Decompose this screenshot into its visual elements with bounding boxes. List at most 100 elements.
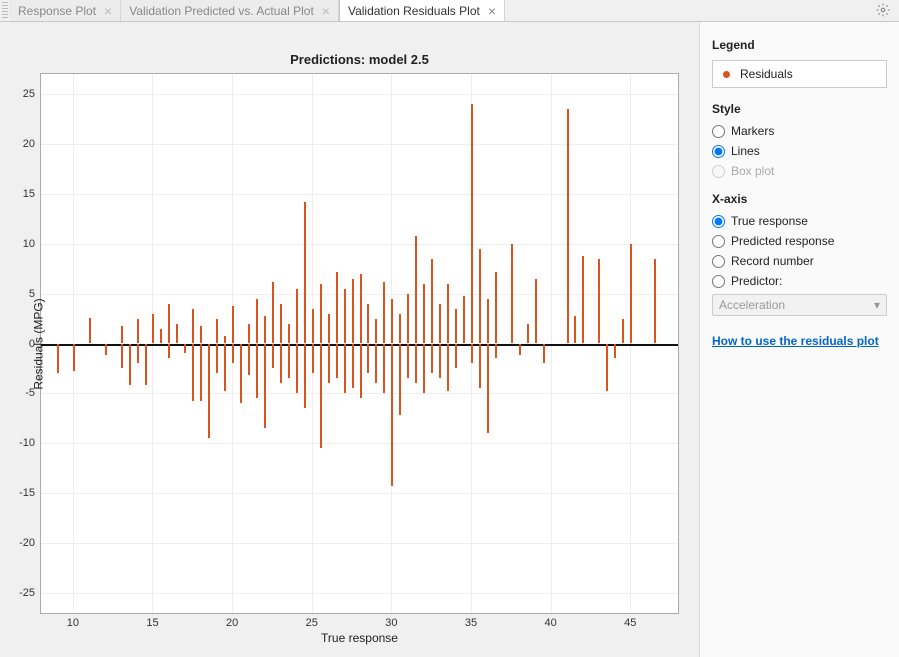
tab-validation-residuals-plot[interactable]: Validation Residuals Plot × (339, 0, 505, 21)
residual-stem (471, 344, 473, 364)
residual-stem (312, 344, 314, 374)
residual-stem (160, 329, 162, 344)
xaxis-radio-predicted-response[interactable]: Predicted response (712, 234, 887, 248)
residual-stem (423, 284, 425, 344)
residual-stem (479, 249, 481, 344)
residual-stem (89, 318, 91, 344)
residual-stem (208, 344, 210, 439)
tab-response-plot[interactable]: Response Plot × (10, 0, 121, 21)
residual-stem (256, 299, 258, 344)
residual-stem (487, 344, 489, 434)
tab-bar: Response Plot × Validation Predicted vs.… (0, 0, 899, 22)
radio-input (712, 165, 725, 178)
tab-validation-predicted-vs-actual[interactable]: Validation Predicted vs. Actual Plot × (121, 0, 339, 21)
radio-input[interactable] (712, 235, 725, 248)
y-tick-label: 0 (29, 338, 41, 350)
residual-stem (511, 244, 513, 344)
plot-title: Predictions: model 2.5 (40, 52, 679, 67)
residual-stem (304, 202, 306, 344)
residual-stem (105, 344, 107, 356)
x-tick-label: 20 (226, 613, 238, 629)
xaxis-radio-true-response[interactable]: True response (712, 214, 887, 228)
residual-stem (519, 344, 521, 356)
x-tick-label: 30 (385, 613, 397, 629)
radio-input[interactable] (712, 145, 725, 158)
radio-input[interactable] (712, 125, 725, 138)
tab-label: Validation Predicted vs. Actual Plot (129, 4, 314, 18)
residual-stem (344, 289, 346, 344)
x-tick-label: 15 (146, 613, 158, 629)
residual-stem (399, 344, 401, 416)
residual-stem (439, 304, 441, 344)
close-icon[interactable]: × (104, 4, 112, 18)
plot-axes[interactable]: Residuals (MPG) True response -25-20-15-… (40, 73, 679, 614)
residual-stem (320, 344, 322, 449)
residual-stem (471, 104, 473, 344)
x-tick-label: 25 (306, 613, 318, 629)
radio-label: Predicted response (731, 234, 834, 248)
residual-stem (256, 344, 258, 399)
xaxis-radio-record-number[interactable]: Record number (712, 254, 887, 268)
residual-stem (224, 336, 226, 344)
residual-stem (288, 324, 290, 344)
y-tick-label: -25 (19, 587, 41, 599)
y-tick-label: -20 (19, 537, 41, 549)
residual-stem (216, 344, 218, 374)
residual-stem (360, 344, 362, 399)
residual-stem (487, 299, 489, 344)
residual-stem (176, 324, 178, 344)
residual-stem (447, 344, 449, 392)
residual-stem (431, 344, 433, 374)
help-link[interactable]: How to use the residuals plot (712, 334, 887, 348)
residual-stem (630, 244, 632, 344)
residual-stem (232, 344, 234, 364)
residual-stem (296, 289, 298, 344)
residual-stem (479, 344, 481, 389)
residual-stem (383, 282, 385, 344)
residual-stem (455, 344, 457, 369)
radio-label: Lines (731, 144, 760, 158)
radio-input[interactable] (712, 255, 725, 268)
residual-stem (264, 316, 266, 344)
gridline-horizontal (41, 493, 678, 494)
residual-stem (73, 344, 75, 372)
residual-stem (224, 344, 226, 392)
radio-input[interactable] (712, 275, 725, 288)
radio-label: Box plot (731, 164, 774, 178)
residual-stem (312, 309, 314, 344)
y-tick-label: -5 (25, 387, 41, 399)
residual-stem (543, 344, 545, 364)
residual-stem (121, 326, 123, 344)
residual-stem (200, 326, 202, 344)
style-radio-boxplot: Box plot (712, 164, 887, 178)
tab-drag-handle[interactable] (2, 2, 8, 20)
residual-stem (248, 344, 250, 376)
residual-stem (606, 344, 608, 392)
residual-stem (200, 344, 202, 402)
style-radio-markers[interactable]: Markers (712, 124, 887, 138)
residual-stem (248, 324, 250, 344)
legend-box: Residuals (712, 60, 887, 88)
residual-stem (582, 256, 584, 344)
style-radio-lines[interactable]: Lines (712, 144, 887, 158)
close-icon[interactable]: × (322, 4, 330, 18)
residual-stem (447, 284, 449, 344)
residual-stem (375, 319, 377, 344)
residual-stem (407, 294, 409, 344)
xaxis-header: X-axis (712, 192, 887, 206)
radio-label: True response (731, 214, 808, 228)
residual-stem (391, 299, 393, 344)
close-icon[interactable]: × (488, 4, 496, 18)
dropdown-value: Acceleration (719, 298, 785, 312)
residual-stem (622, 319, 624, 344)
gear-icon[interactable] (875, 2, 891, 18)
radio-input[interactable] (712, 215, 725, 228)
residual-stem (423, 344, 425, 394)
x-axis-label: True response (321, 631, 398, 645)
residual-stem (272, 344, 274, 369)
side-panel: Legend Residuals Style Markers Lines Box… (699, 22, 899, 657)
residual-stem (383, 344, 385, 394)
predictor-dropdown: Acceleration ▾ (712, 294, 887, 316)
xaxis-radio-predictor[interactable]: Predictor: (712, 274, 887, 288)
residual-stem (415, 236, 417, 344)
